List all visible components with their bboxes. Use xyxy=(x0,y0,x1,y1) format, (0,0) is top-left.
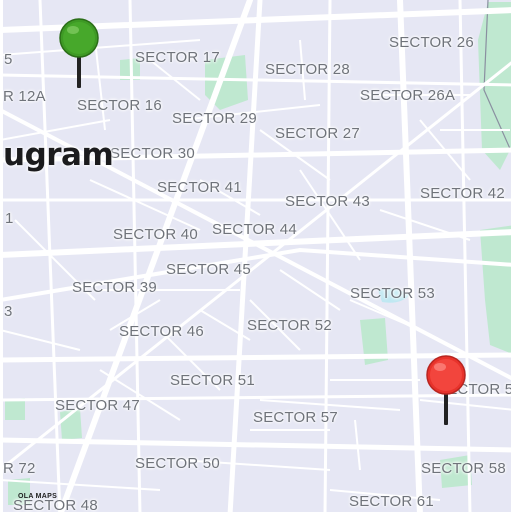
sector-label: SECTOR 52 xyxy=(247,317,332,334)
map-view[interactable]: SECTOR 17 SECTOR 26 SECTOR 28 SECTOR 26A… xyxy=(0,0,515,515)
map-brand-logo: OLA MAPS xyxy=(18,493,58,500)
sector-label: SECTOR 17 xyxy=(135,49,220,66)
sector-label: SECTOR 47 xyxy=(55,397,140,414)
sector-label: SECTOR 26 xyxy=(389,34,474,51)
sector-label: SECTOR 39 xyxy=(72,279,157,296)
frame-edge xyxy=(0,0,3,515)
sector-label: SECTOR 61 xyxy=(349,493,434,510)
sector-label: 5 xyxy=(4,51,13,68)
sector-label: 1 xyxy=(5,210,14,227)
sector-label: SECTOR 30 xyxy=(110,145,195,162)
sector-label: SECTOR 58 xyxy=(421,460,506,477)
city-label: ugram xyxy=(3,137,114,173)
sector-label: 3 xyxy=(4,303,13,320)
sector-label: SECTOR 53 xyxy=(350,285,435,302)
sector-label: SECTOR 26A xyxy=(360,87,456,104)
sector-label: SECTOR 16 xyxy=(77,97,162,114)
sector-label: SECTOR 45 xyxy=(166,261,251,278)
sector-label: SECTOR 40 xyxy=(113,226,198,243)
sector-label: SECTOR 51 xyxy=(170,372,255,389)
sector-label: SECTOR 50 xyxy=(135,455,220,472)
map-pin-green-icon xyxy=(59,18,99,88)
sector-label: SECTOR 46 xyxy=(119,323,204,340)
start-pin[interactable] xyxy=(57,16,101,90)
destination-pin[interactable] xyxy=(424,353,468,427)
sector-label: R 72 xyxy=(3,460,36,477)
sector-label: SECTOR 29 xyxy=(172,110,257,127)
map-pin-red-icon xyxy=(426,355,466,425)
sector-label: SECTOR 43 xyxy=(285,193,370,210)
frame-edge xyxy=(511,0,515,515)
sector-label: SECTOR 28 xyxy=(265,61,350,78)
sector-label: SECTOR 41 xyxy=(157,179,242,196)
sector-label: SECTOR 57 xyxy=(253,409,338,426)
sector-label: SECTOR 27 xyxy=(275,125,360,142)
sector-label: SECTOR 44 xyxy=(212,221,297,238)
sector-label: SECTOR 42 xyxy=(420,185,505,202)
sector-label: R 12A xyxy=(3,88,46,105)
